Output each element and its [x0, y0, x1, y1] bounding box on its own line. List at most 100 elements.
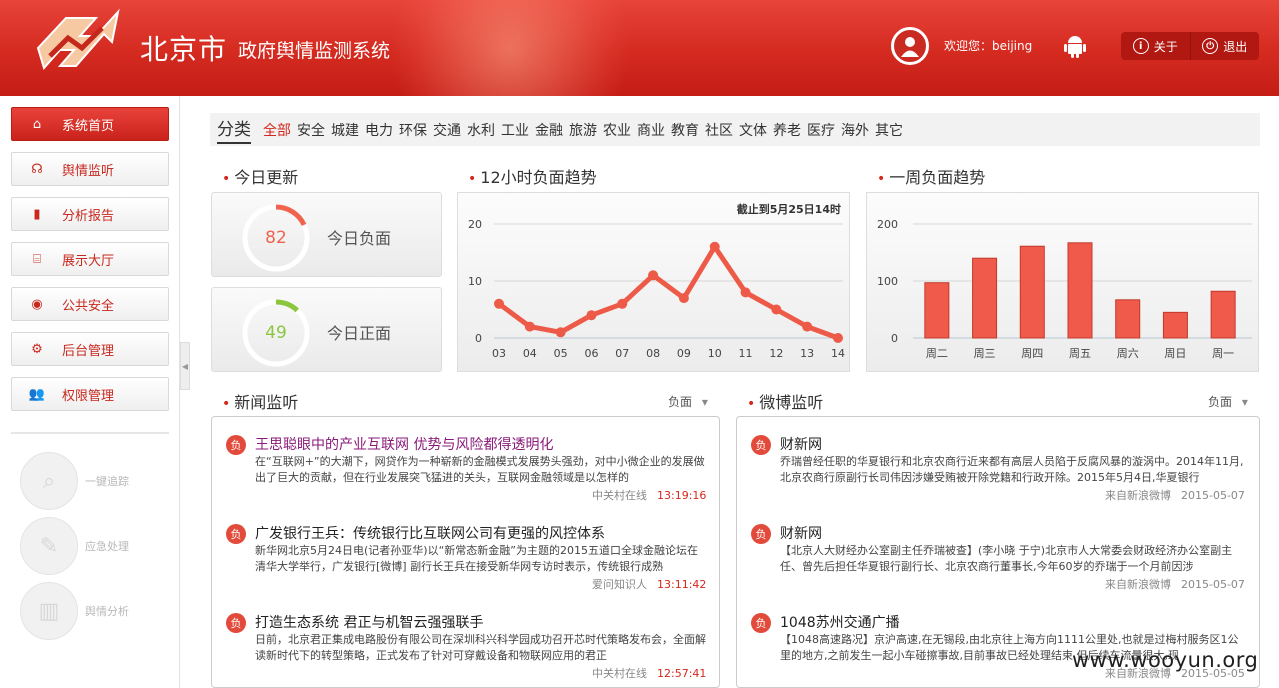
news-filter-value: 负面 — [668, 395, 693, 409]
logout-label: 退出 — [1223, 39, 1248, 54]
category-item[interactable]: 金融 — [535, 120, 563, 140]
logout-button[interactable]: ⏻ 退出 — [1189, 32, 1260, 60]
x-tick-label: 05 — [554, 347, 568, 360]
sidebar-item-reports[interactable]: ▮ 分析报告 — [11, 197, 169, 231]
sidebar-item-admin[interactable]: ⚙ 后台管理 — [11, 332, 169, 366]
sidebar-item-home[interactable]: ⌂ 系统首页 — [11, 107, 169, 141]
negative-badge: 负 — [751, 524, 771, 544]
negative-badge: 负 — [226, 524, 246, 544]
category-item[interactable]: 海外 — [841, 120, 869, 140]
weibo-item-source: 来自新浪微博 — [1105, 578, 1171, 591]
android-app-icon[interactable] — [1063, 33, 1087, 59]
weibo-item-date: 2015-05-07 — [1181, 489, 1245, 502]
sidebar-item-listening[interactable]: ☊ 舆情监听 — [11, 152, 169, 186]
bar — [1019, 245, 1045, 339]
weibo-filter-dropdown[interactable]: 负面 ▾ — [1208, 393, 1248, 410]
trend12-chart-svg: 0 10 20 03 04 05 06 07 08 09 10 11 12 13 14 — [468, 218, 845, 360]
building-icon: ⌸ — [33, 251, 41, 267]
tool-analysis[interactable]: ▥ 舆情分析 — [20, 582, 129, 640]
category-item[interactable]: 商业 — [637, 120, 665, 140]
negative-count: 82 — [265, 228, 287, 248]
news-item-title[interactable]: 打造生态系统 君正与机智云强强联手 — [255, 612, 483, 632]
category-item[interactable]: 其它 — [875, 120, 903, 140]
news-item-title[interactable]: 王思聪眼中的产业互联网 优势与风险都得透明化 — [255, 434, 553, 454]
weibo-item-author[interactable]: 财新网 — [780, 434, 822, 454]
today-positive-card[interactable]: 49 今日正面 — [211, 287, 442, 372]
bullet-dot: • — [747, 396, 756, 412]
category-item[interactable]: 养老 — [773, 120, 801, 140]
category-item[interactable]: 教育 — [671, 120, 699, 140]
series-line — [497, 244, 839, 341]
negative-badge: 负 — [226, 435, 246, 455]
data-point — [771, 304, 782, 315]
category-item[interactable]: 社区 — [705, 120, 733, 140]
category-item[interactable]: 旅游 — [569, 120, 597, 140]
about-label: 关于 — [1153, 39, 1178, 54]
watermark-text: www.wooyun.org — [1072, 648, 1259, 672]
news-item-time: 13:11:42 — [657, 578, 707, 591]
category-all[interactable]: 全部 — [263, 120, 291, 140]
category-item[interactable]: 水利 — [467, 120, 495, 140]
bar — [1115, 299, 1141, 339]
bullet-dot: • — [222, 171, 231, 187]
category-item[interactable]: 安全 — [297, 120, 325, 140]
welcome-text: 欢迎您：beijing — [944, 39, 1033, 53]
news-item-body: 在“互联网+”的大潮下，网贷作为一种崭新的金融模式发展势头强劲，对中小微企业的发… — [255, 455, 705, 484]
weibo-item-date: 2015-05-07 — [1181, 578, 1245, 591]
y-tick-label: 200 — [877, 218, 898, 231]
category-item[interactable]: 环保 — [399, 120, 427, 140]
weibo-item-author[interactable]: 1048苏州交通广播 — [780, 612, 900, 632]
x-tick-label: 03 — [492, 347, 506, 360]
news-panel: 负 王思聪眼中的产业互联网 优势与风险都得透明化 在“互联网+”的大潮下，网贷作… — [211, 416, 720, 688]
about-button[interactable]: i 关于 — [1121, 32, 1190, 60]
negative-label: 今日负面 — [327, 229, 392, 248]
bullet-dot: • — [222, 396, 231, 412]
data-point — [678, 293, 689, 304]
weibo-section-title: • 微博监听 — [747, 389, 823, 413]
news-item-title[interactable]: 广发银行王兵：传统银行比互联网公司有更强的风控体系 — [255, 523, 605, 543]
x-tick-label: 10 — [708, 347, 722, 360]
today-negative-card[interactable]: 82 今日负面 — [211, 192, 442, 277]
x-tick-label: 周四 — [1021, 347, 1043, 360]
category-item[interactable]: 城建 — [331, 120, 359, 140]
y-tick-label: 20 — [468, 218, 482, 231]
today-section-title: • 今日更新 — [222, 164, 298, 188]
tool-one-click-track[interactable]: ⌕ 一键追踪 — [20, 452, 129, 510]
sidebar-item-hall[interactable]: ⌸ 展示大厅 — [11, 242, 169, 276]
news-filter-dropdown[interactable]: 负面 ▾ — [668, 393, 708, 410]
category-item[interactable]: 医疗 — [807, 120, 835, 140]
trend12-section-title: • 12小时负面趋势 — [468, 164, 597, 188]
sidebar-collapse-handle[interactable]: ◀ — [180, 342, 190, 390]
category-item[interactable]: 工业 — [501, 120, 529, 140]
week-chart: 0 100 200 周二 周三 周四 周五 周六 周日 周一 — [866, 192, 1259, 372]
bar — [1067, 242, 1093, 339]
sidebar-item-safety[interactable]: ◉ 公共安全 — [11, 287, 169, 321]
news-item-body: 新华网北京5月24日电(记者孙亚华)以“新常态新金融”为主题的2015五道口全球… — [255, 544, 698, 573]
category-item[interactable]: 电力 — [365, 120, 393, 140]
bar-chart-icon: ▮ — [33, 206, 41, 222]
news-item-meta: 爱问知识人 13:11:42 — [592, 576, 706, 592]
power-icon: ⏻ — [1202, 38, 1219, 54]
weibo-filter-value: 负面 — [1208, 395, 1233, 409]
header-actions: i 关于 ⏻ 退出 — [1121, 32, 1259, 60]
news-item-meta: 中关村在线 13:19:16 — [592, 487, 706, 503]
category-item[interactable]: 交通 — [433, 120, 461, 140]
sidebar-item-permissions[interactable]: 👥 权限管理 — [11, 377, 169, 411]
bar — [924, 282, 950, 339]
today-title: 今日更新 — [234, 168, 299, 187]
tool-emergency[interactable]: ✎ 应急处理 — [20, 517, 129, 575]
home-icon: ⌂ — [32, 116, 42, 132]
category-item[interactable]: 农业 — [603, 120, 631, 140]
x-tick-label: 07 — [615, 347, 629, 360]
chevron-down-icon: ▾ — [1241, 395, 1248, 409]
category-bar: 分类 全部 安全 城建 电力 环保 交通 水利 工业 金融 旅游 农业 商业 教… — [210, 113, 1260, 146]
bar — [1210, 290, 1236, 339]
user-avatar-icon[interactable] — [891, 27, 929, 65]
sidebar-item-label: 展示大厅 — [62, 253, 115, 269]
news-item-source: 中关村在线 — [592, 489, 647, 502]
search-icon: ⌕ — [20, 452, 78, 510]
data-point — [802, 321, 813, 332]
data-point — [617, 298, 628, 309]
weibo-item-author[interactable]: 财新网 — [780, 523, 822, 543]
category-item[interactable]: 文体 — [739, 120, 767, 140]
